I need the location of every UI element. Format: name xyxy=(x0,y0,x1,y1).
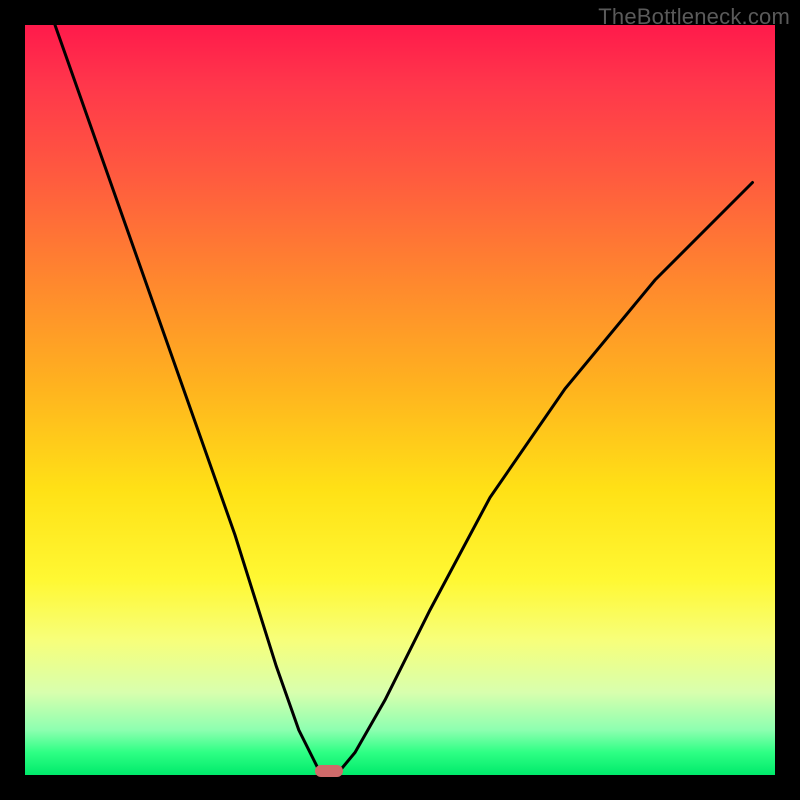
plot-area xyxy=(25,25,775,775)
chart-container: TheBottleneck.com xyxy=(0,0,800,800)
minimum-marker xyxy=(315,765,343,777)
curve-right-branch xyxy=(336,183,752,776)
curve-left-branch xyxy=(55,25,321,775)
curve-svg xyxy=(25,25,775,775)
